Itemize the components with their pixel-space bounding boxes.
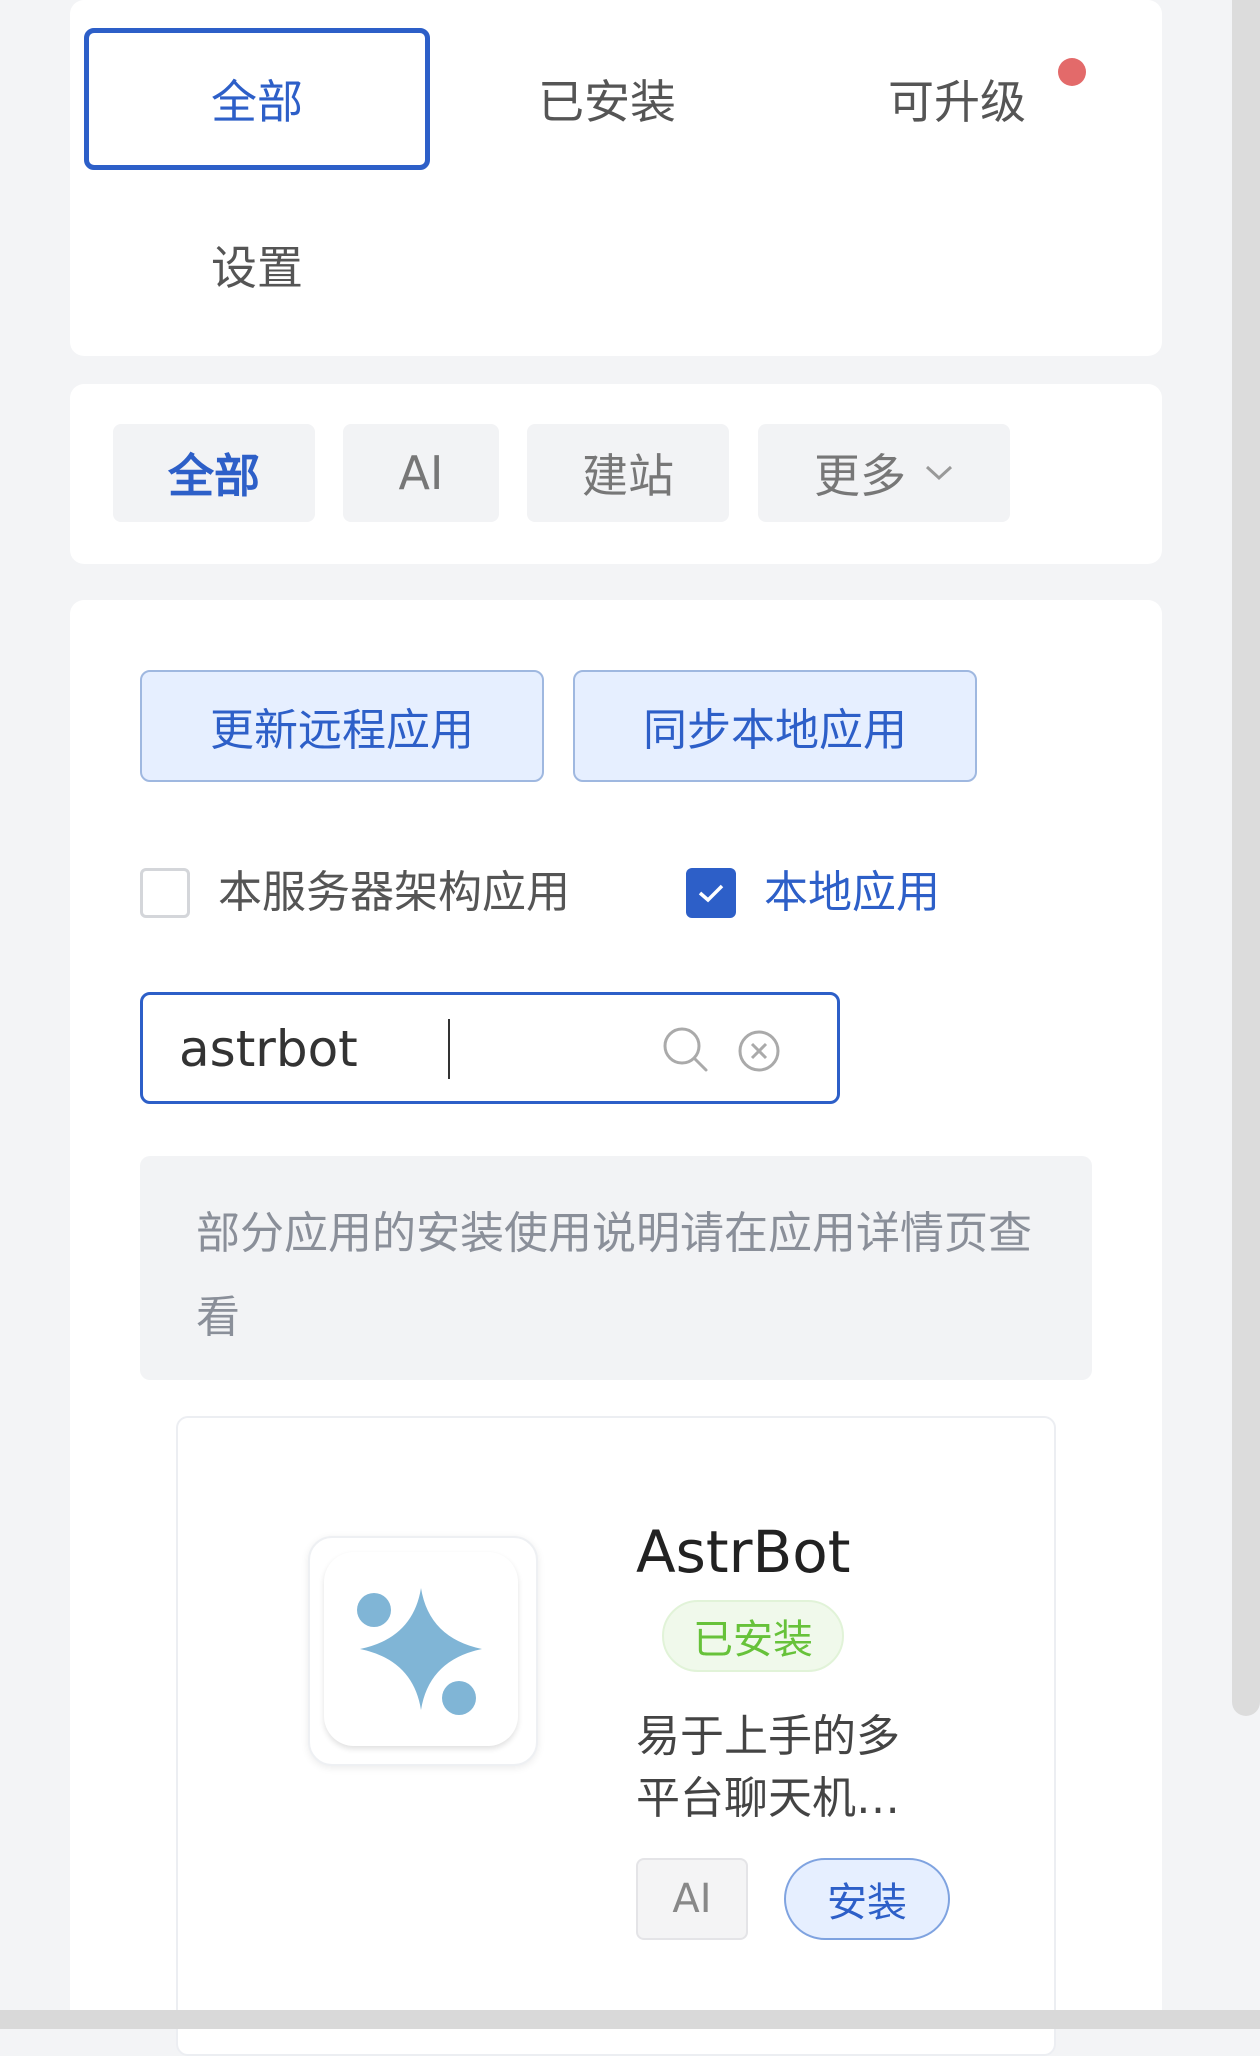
tab-installed-label: 已安装 xyxy=(538,75,676,129)
category-all[interactable]: 全部 xyxy=(113,424,315,522)
clear-icon[interactable] xyxy=(737,1029,781,1077)
search-icon[interactable] xyxy=(661,1025,711,1079)
local-apps-checkbox[interactable] xyxy=(686,868,736,918)
category-more-label: 更多 xyxy=(814,449,906,503)
category-website-label: 建站 xyxy=(582,449,674,503)
app-icon xyxy=(308,1536,538,1766)
arch-apps-label[interactable]: 本服务器架构应用 xyxy=(218,863,570,923)
update-remote-apps-label: 更新远程应用 xyxy=(210,705,474,756)
tab-all-label: 全部 xyxy=(211,75,303,129)
sync-local-apps-label: 同步本地应用 xyxy=(643,705,907,756)
category-filter: 全部 AI 建站 更多 xyxy=(70,384,1162,564)
tab-upgradable[interactable]: 可升级 xyxy=(784,28,1130,170)
arch-apps-checkbox[interactable] xyxy=(140,868,190,918)
search-field[interactable] xyxy=(140,992,840,1104)
checkmark-icon xyxy=(698,884,724,903)
update-badge-dot xyxy=(1058,58,1086,86)
tab-settings-label: 设置 xyxy=(211,241,303,295)
bottom-bar xyxy=(0,2010,1260,2029)
tab-upgradable-label: 可升级 xyxy=(888,75,1026,129)
category-ai[interactable]: AI xyxy=(343,424,499,522)
app-name[interactable]: AstrBot xyxy=(636,1518,851,1586)
app-card-astrbot[interactable]: AstrBot 已安装 易于上手的多平台聊天机器人框架 AI 安装 xyxy=(176,1416,1056,2056)
tab-settings[interactable]: 设置 xyxy=(84,194,430,336)
app-store-tabs: 全部 已安装 可升级 设置 xyxy=(70,0,1162,356)
text-caret xyxy=(448,1019,450,1079)
search-input[interactable] xyxy=(179,1009,649,1089)
app-list-panel: 更新远程应用 同步本地应用 本服务器架构应用 本地应用 部分应用的安装使用说明请… xyxy=(70,600,1162,2056)
sync-local-apps-button[interactable]: 同步本地应用 xyxy=(573,670,977,782)
tab-installed[interactable]: 已安装 xyxy=(434,28,780,170)
app-tag-ai: AI xyxy=(636,1858,748,1940)
scrollbar[interactable] xyxy=(1232,0,1260,1716)
chevron-down-icon xyxy=(924,464,954,482)
installed-badge: 已安装 xyxy=(662,1600,844,1672)
install-button[interactable]: 安装 xyxy=(784,1858,950,1940)
category-all-label: 全部 xyxy=(168,449,260,503)
app-description: 易于上手的多平台聊天机器人框架 xyxy=(636,1711,900,1824)
category-website[interactable]: 建站 xyxy=(527,424,729,522)
category-more-dropdown[interactable]: 更多 xyxy=(758,424,1010,522)
sparkle-icon xyxy=(357,1588,482,1715)
tab-all[interactable]: 全部 xyxy=(84,28,430,170)
install-notice: 部分应用的安装使用说明请在应用详情页查看 xyxy=(140,1156,1092,1380)
update-remote-apps-button[interactable]: 更新远程应用 xyxy=(140,670,544,782)
local-apps-label[interactable]: 本地应用 xyxy=(764,863,940,923)
category-ai-label: AI xyxy=(398,446,444,500)
